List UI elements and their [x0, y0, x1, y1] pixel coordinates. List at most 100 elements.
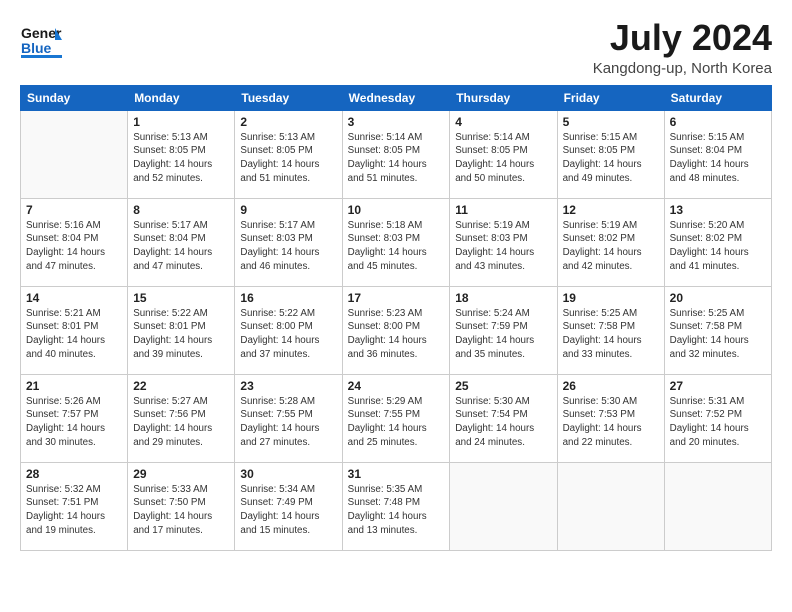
- day-number: 4: [455, 115, 551, 129]
- calendar-cell: 15 Sunrise: 5:22 AM Sunset: 8:01 PM Dayli…: [128, 286, 235, 374]
- calendar-table: SundayMondayTuesdayWednesdayThursdayFrid…: [20, 85, 772, 551]
- calendar-cell: 30 Sunrise: 5:34 AM Sunset: 7:49 PM Dayli…: [235, 462, 342, 550]
- weekday-header: Sunday: [21, 85, 128, 110]
- day-number: 31: [348, 467, 445, 481]
- day-number: 12: [563, 203, 659, 217]
- calendar-cell: 8 Sunrise: 5:17 AM Sunset: 8:04 PM Daylig…: [128, 198, 235, 286]
- cell-info: Sunrise: 5:29 AM Sunset: 7:55 PM Dayligh…: [348, 395, 445, 450]
- cell-info: Sunrise: 5:17 AM Sunset: 8:04 PM Dayligh…: [133, 219, 229, 274]
- weekday-header: Wednesday: [342, 85, 450, 110]
- calendar-week-row: 14 Sunrise: 5:21 AM Sunset: 8:01 PM Dayli…: [21, 286, 772, 374]
- calendar-cell: 31 Sunrise: 5:35 AM Sunset: 7:48 PM Dayli…: [342, 462, 450, 550]
- cell-info: Sunrise: 5:13 AM Sunset: 8:05 PM Dayligh…: [133, 131, 229, 186]
- day-number: 30: [240, 467, 336, 481]
- cell-info: Sunrise: 5:22 AM Sunset: 8:00 PM Dayligh…: [240, 307, 336, 362]
- day-number: 26: [563, 379, 659, 393]
- calendar-cell: 19 Sunrise: 5:25 AM Sunset: 7:58 PM Dayli…: [557, 286, 664, 374]
- calendar-cell: 22Sunrise: 5:27 AM Sunset: 7:56 PM Dayli…: [128, 374, 235, 462]
- weekday-header: Saturday: [664, 85, 771, 110]
- calendar-cell: 3Sunrise: 5:14 AM Sunset: 8:05 PM Daylig…: [342, 110, 450, 198]
- cell-info: Sunrise: 5:18 AM Sunset: 8:03 PM Dayligh…: [348, 219, 445, 274]
- calendar-cell: [450, 462, 557, 550]
- calendar-cell: 23Sunrise: 5:28 AM Sunset: 7:55 PM Dayli…: [235, 374, 342, 462]
- calendar-cell: 9 Sunrise: 5:17 AM Sunset: 8:03 PM Daylig…: [235, 198, 342, 286]
- calendar-cell: 4 Sunrise: 5:14 AM Sunset: 8:05 PM Daylig…: [450, 110, 557, 198]
- cell-info: Sunrise: 5:32 AM Sunset: 7:51 PM Dayligh…: [26, 483, 122, 538]
- cell-info: Sunrise: 5:34 AM Sunset: 7:49 PM Dayligh…: [240, 483, 336, 538]
- calendar-cell: 5 Sunrise: 5:15 AM Sunset: 8:05 PM Daylig…: [557, 110, 664, 198]
- header: General Blue July 2024 Kangdong-up, Nort…: [20, 18, 772, 77]
- cell-info: Sunrise: 5:21 AM Sunset: 8:01 PM Dayligh…: [26, 307, 122, 362]
- calendar-cell: 14 Sunrise: 5:21 AM Sunset: 8:01 PM Dayli…: [21, 286, 128, 374]
- logo-icon: General Blue: [20, 18, 62, 60]
- month-title: July 2024: [593, 18, 772, 58]
- cell-info: Sunrise: 5:35 AM Sunset: 7:48 PM Dayligh…: [348, 483, 445, 538]
- calendar-cell: [21, 110, 128, 198]
- calendar-cell: 11 Sunrise: 5:19 AM Sunset: 8:03 PM Dayli…: [450, 198, 557, 286]
- day-number: 21: [26, 379, 122, 393]
- calendar-cell: 21Sunrise: 5:26 AM Sunset: 7:57 PM Dayli…: [21, 374, 128, 462]
- day-number: 7: [26, 203, 122, 217]
- cell-info: Sunrise: 5:25 AM Sunset: 7:58 PM Dayligh…: [563, 307, 659, 362]
- calendar-cell: 16Sunrise: 5:22 AM Sunset: 8:00 PM Dayli…: [235, 286, 342, 374]
- day-number: 13: [670, 203, 766, 217]
- day-number: 19: [563, 291, 659, 305]
- calendar-cell: 29 Sunrise: 5:33 AM Sunset: 7:50 PM Dayli…: [128, 462, 235, 550]
- day-number: 15: [133, 291, 229, 305]
- cell-info: Sunrise: 5:20 AM Sunset: 8:02 PM Dayligh…: [670, 219, 766, 274]
- cell-info: Sunrise: 5:19 AM Sunset: 8:03 PM Dayligh…: [455, 219, 551, 274]
- weekday-row: SundayMondayTuesdayWednesdayThursdayFrid…: [21, 85, 772, 110]
- calendar-cell: 12 Sunrise: 5:19 AM Sunset: 8:02 PM Dayli…: [557, 198, 664, 286]
- calendar-cell: 18Sunrise: 5:24 AM Sunset: 7:59 PM Dayli…: [450, 286, 557, 374]
- cell-info: Sunrise: 5:19 AM Sunset: 8:02 PM Dayligh…: [563, 219, 659, 274]
- day-number: 11: [455, 203, 551, 217]
- calendar-cell: 27Sunrise: 5:31 AM Sunset: 7:52 PM Dayli…: [664, 374, 771, 462]
- cell-info: Sunrise: 5:22 AM Sunset: 8:01 PM Dayligh…: [133, 307, 229, 362]
- day-number: 29: [133, 467, 229, 481]
- calendar-week-row: 28 Sunrise: 5:32 AM Sunset: 7:51 PM Dayli…: [21, 462, 772, 550]
- cell-info: Sunrise: 5:15 AM Sunset: 8:05 PM Dayligh…: [563, 131, 659, 186]
- cell-info: Sunrise: 5:16 AM Sunset: 8:04 PM Dayligh…: [26, 219, 122, 274]
- weekday-header: Friday: [557, 85, 664, 110]
- cell-info: Sunrise: 5:30 AM Sunset: 7:54 PM Dayligh…: [455, 395, 551, 450]
- day-number: 24: [348, 379, 445, 393]
- calendar-page: General Blue July 2024 Kangdong-up, Nort…: [0, 0, 792, 612]
- day-number: 20: [670, 291, 766, 305]
- cell-info: Sunrise: 5:17 AM Sunset: 8:03 PM Dayligh…: [240, 219, 336, 274]
- calendar-header: SundayMondayTuesdayWednesdayThursdayFrid…: [21, 85, 772, 110]
- calendar-week-row: 21Sunrise: 5:26 AM Sunset: 7:57 PM Dayli…: [21, 374, 772, 462]
- calendar-cell: 2Sunrise: 5:13 AM Sunset: 8:05 PM Daylig…: [235, 110, 342, 198]
- cell-info: Sunrise: 5:14 AM Sunset: 8:05 PM Dayligh…: [348, 131, 445, 186]
- day-number: 8: [133, 203, 229, 217]
- day-number: 9: [240, 203, 336, 217]
- calendar-cell: 13 Sunrise: 5:20 AM Sunset: 8:02 PM Dayli…: [664, 198, 771, 286]
- day-number: 10: [348, 203, 445, 217]
- cell-info: Sunrise: 5:30 AM Sunset: 7:53 PM Dayligh…: [563, 395, 659, 450]
- cell-info: Sunrise: 5:14 AM Sunset: 8:05 PM Dayligh…: [455, 131, 551, 186]
- cell-info: Sunrise: 5:28 AM Sunset: 7:55 PM Dayligh…: [240, 395, 336, 450]
- cell-info: Sunrise: 5:23 AM Sunset: 8:00 PM Dayligh…: [348, 307, 445, 362]
- calendar-cell: 1 Sunrise: 5:13 AM Sunset: 8:05 PM Daylig…: [128, 110, 235, 198]
- day-number: 17: [348, 291, 445, 305]
- calendar-cell: 25Sunrise: 5:30 AM Sunset: 7:54 PM Dayli…: [450, 374, 557, 462]
- cell-info: Sunrise: 5:33 AM Sunset: 7:50 PM Dayligh…: [133, 483, 229, 538]
- day-number: 6: [670, 115, 766, 129]
- weekday-header: Thursday: [450, 85, 557, 110]
- calendar-cell: 28 Sunrise: 5:32 AM Sunset: 7:51 PM Dayli…: [21, 462, 128, 550]
- day-number: 5: [563, 115, 659, 129]
- title-block: July 2024 Kangdong-up, North Korea: [593, 18, 772, 77]
- cell-info: Sunrise: 5:31 AM Sunset: 7:52 PM Dayligh…: [670, 395, 766, 450]
- calendar-body: 1 Sunrise: 5:13 AM Sunset: 8:05 PM Daylig…: [21, 110, 772, 550]
- calendar-cell: 20Sunrise: 5:25 AM Sunset: 7:58 PM Dayli…: [664, 286, 771, 374]
- cell-info: Sunrise: 5:13 AM Sunset: 8:05 PM Dayligh…: [240, 131, 336, 186]
- calendar-cell: 26 Sunrise: 5:30 AM Sunset: 7:53 PM Dayli…: [557, 374, 664, 462]
- day-number: 14: [26, 291, 122, 305]
- calendar-cell: 6Sunrise: 5:15 AM Sunset: 8:04 PM Daylig…: [664, 110, 771, 198]
- day-number: 22: [133, 379, 229, 393]
- calendar-cell: 24 Sunrise: 5:29 AM Sunset: 7:55 PM Dayli…: [342, 374, 450, 462]
- day-number: 28: [26, 467, 122, 481]
- calendar-week-row: 7 Sunrise: 5:16 AM Sunset: 8:04 PM Daylig…: [21, 198, 772, 286]
- day-number: 1: [133, 115, 229, 129]
- calendar-cell: 10 Sunrise: 5:18 AM Sunset: 8:03 PM Dayli…: [342, 198, 450, 286]
- calendar-cell: 7 Sunrise: 5:16 AM Sunset: 8:04 PM Daylig…: [21, 198, 128, 286]
